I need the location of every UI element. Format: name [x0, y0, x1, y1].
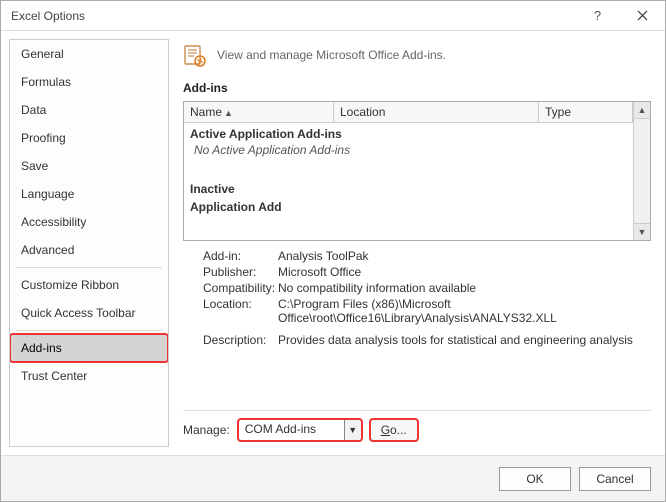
- detail-location-value: C:\Program Files (x86)\Microsoft Office\…: [278, 297, 651, 325]
- detail-publisher-value: Microsoft Office: [278, 265, 651, 279]
- nav-quick-access-toolbar[interactable]: Quick Access Toolbar: [10, 299, 168, 327]
- list-header: Name▲ Location Type: [184, 102, 633, 123]
- sidebar-divider: [16, 267, 162, 268]
- detail-description-value: Provides data analysis tools for statist…: [278, 333, 651, 347]
- detail-compat-value: No compatibility information available: [278, 281, 651, 295]
- help-button[interactable]: ?: [575, 1, 620, 31]
- manage-row: Manage: COM Add-ins ▼ Go...: [183, 410, 651, 447]
- chevron-down-icon[interactable]: ▼: [344, 420, 361, 440]
- page-header: View and manage Microsoft Office Add-ins…: [183, 43, 651, 67]
- col-location[interactable]: Location: [334, 102, 539, 122]
- nav-general[interactable]: General: [10, 40, 168, 68]
- page-heading: View and manage Microsoft Office Add-ins…: [217, 48, 446, 62]
- nav-trust-center[interactable]: Trust Center: [10, 362, 168, 390]
- excel-options-dialog: Excel Options ? General Formulas Data Pr…: [0, 0, 666, 502]
- nav-add-ins[interactable]: Add-ins: [10, 334, 168, 362]
- category-sidebar: General Formulas Data Proofing Save Lang…: [9, 39, 169, 447]
- dialog-body: General Formulas Data Proofing Save Lang…: [1, 31, 665, 455]
- detail-addin-value: Analysis ToolPak: [278, 249, 651, 263]
- nav-formulas[interactable]: Formulas: [10, 68, 168, 96]
- window-title: Excel Options: [11, 9, 575, 23]
- detail-addin-label: Add-in:: [183, 249, 278, 263]
- sidebar-divider: [16, 330, 162, 331]
- close-icon: [637, 10, 648, 21]
- col-type[interactable]: Type: [539, 102, 633, 122]
- nav-save[interactable]: Save: [10, 152, 168, 180]
- manage-combobox[interactable]: COM Add-ins ▼: [238, 419, 362, 441]
- sort-asc-icon: ▲: [224, 108, 233, 118]
- nav-customize-ribbon[interactable]: Customize Ribbon: [10, 271, 168, 299]
- detail-location-label: Location:: [183, 297, 278, 325]
- detail-description-label: Description:: [183, 333, 278, 347]
- detail-compat-label: Compatibility:: [183, 281, 278, 295]
- addin-details: Add-in:Analysis ToolPak Publisher:Micros…: [183, 249, 651, 349]
- go-button[interactable]: Go...: [370, 419, 418, 441]
- dialog-footer: OK Cancel: [1, 455, 665, 501]
- titlebar: Excel Options ?: [1, 1, 665, 31]
- addins-list: Name▲ Location Type Active Application A…: [183, 101, 651, 241]
- addins-page-icon: [183, 43, 207, 67]
- nav-data[interactable]: Data: [10, 96, 168, 124]
- manage-label: Manage:: [183, 423, 230, 437]
- list-body[interactable]: Active Application Add-ins No Active App…: [184, 123, 633, 240]
- scroll-down-icon[interactable]: ▼: [634, 223, 650, 240]
- manage-combobox-value: COM Add-ins: [239, 420, 344, 440]
- nav-proofing[interactable]: Proofing: [10, 124, 168, 152]
- group-inactive-title: Inactive: [184, 180, 633, 198]
- group-inactive-cutoff: Application Add: [184, 198, 633, 216]
- ok-button[interactable]: OK: [499, 467, 571, 491]
- scroll-track[interactable]: [634, 119, 650, 223]
- nav-advanced[interactable]: Advanced: [10, 236, 168, 264]
- list-inner: Name▲ Location Type Active Application A…: [184, 102, 633, 240]
- close-button[interactable]: [620, 1, 665, 31]
- col-name[interactable]: Name▲: [184, 102, 334, 122]
- main-panel: View and manage Microsoft Office Add-ins…: [169, 31, 665, 455]
- nav-accessibility[interactable]: Accessibility: [10, 208, 168, 236]
- group-active-empty: No Active Application Add-ins: [184, 143, 633, 163]
- cancel-button[interactable]: Cancel: [579, 467, 651, 491]
- list-scrollbar[interactable]: ▲ ▼: [633, 102, 650, 240]
- scroll-up-icon[interactable]: ▲: [634, 102, 650, 119]
- detail-publisher-label: Publisher:: [183, 265, 278, 279]
- section-heading: Add-ins: [183, 81, 651, 95]
- nav-language[interactable]: Language: [10, 180, 168, 208]
- group-active-title: Active Application Add-ins: [184, 125, 633, 143]
